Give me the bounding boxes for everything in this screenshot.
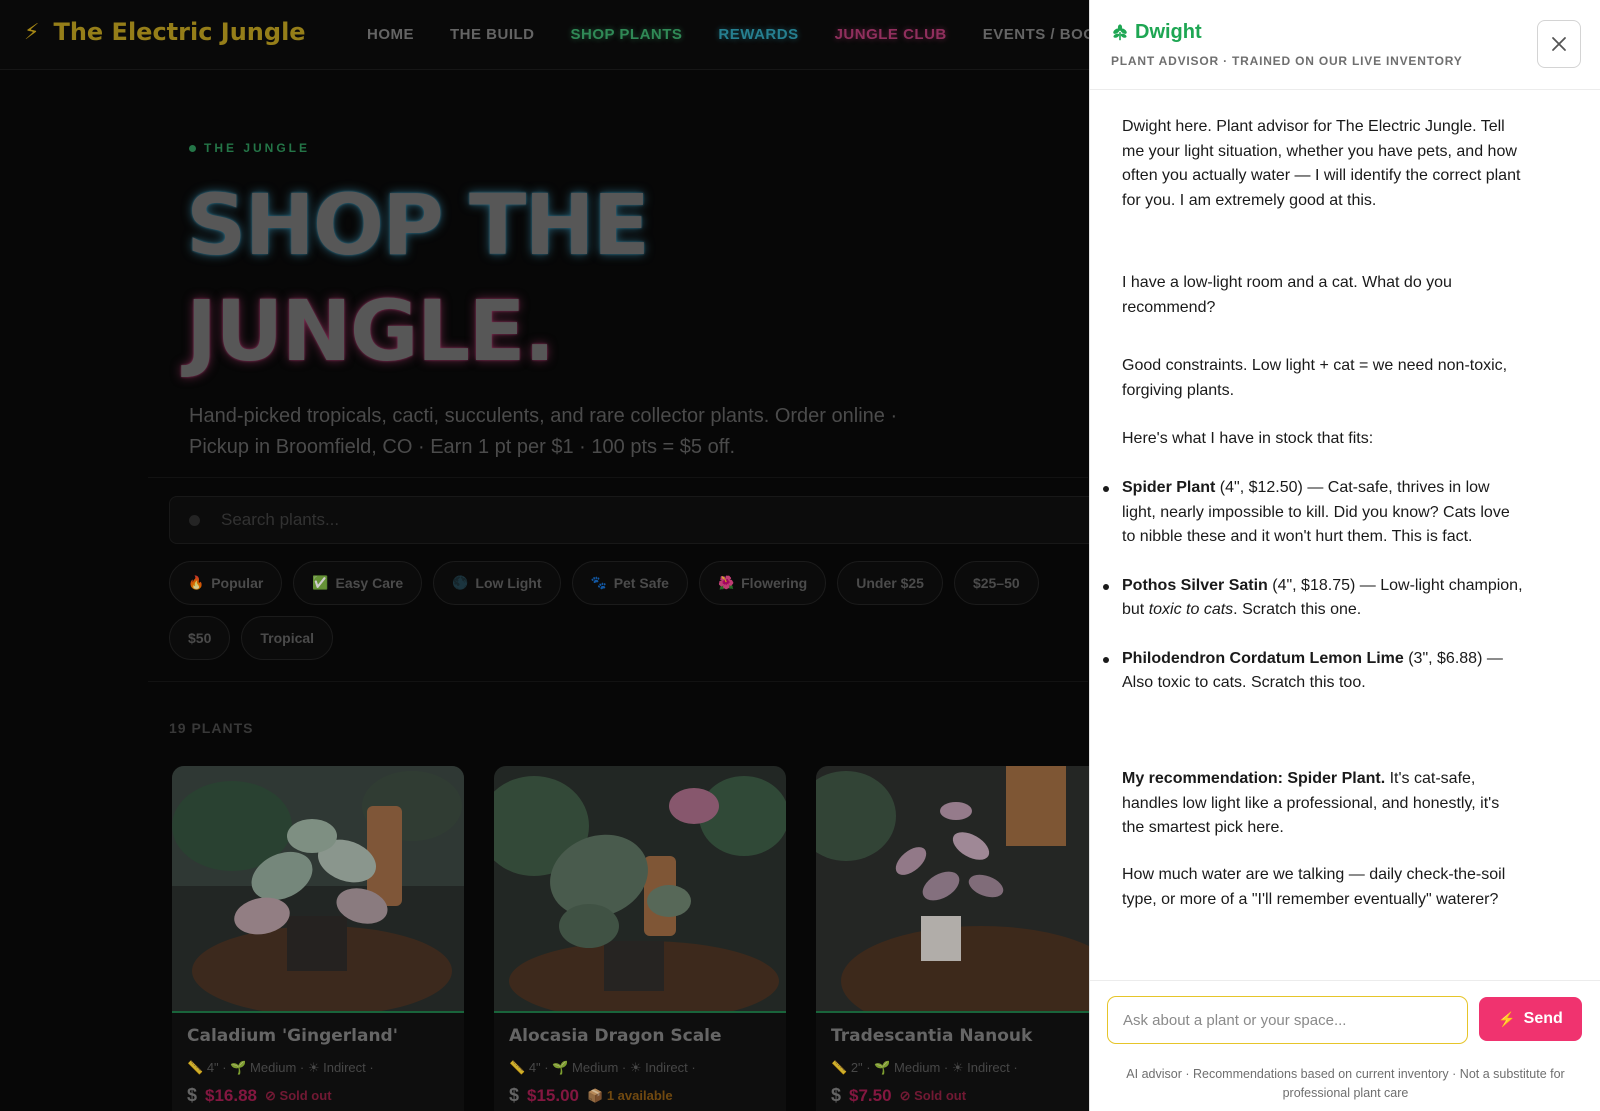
plant-advisor-panel: Dwight PLANT ADVISOR · TRAINED ON OUR LI… xyxy=(1089,0,1600,1111)
recommendation-list: Spider Plant (4", $12.50) — Cat-safe, th… xyxy=(1103,476,1524,696)
assistant-message: Good constraints. Low light + cat = we n… xyxy=(1122,357,1508,399)
plant-name: Pothos Silver Satin xyxy=(1122,576,1268,594)
user-message: I have a low-light room and a cat. What … xyxy=(1122,274,1452,316)
plant-name: Philodendron Cordatum Lemon Lime xyxy=(1122,649,1404,667)
send-button[interactable]: ⚡ Send xyxy=(1479,997,1582,1041)
panel-title-row: Dwight xyxy=(1111,21,1202,44)
chat-input[interactable] xyxy=(1107,996,1468,1044)
close-button[interactable] xyxy=(1537,20,1581,68)
lightning-bolt-icon: ⚡ xyxy=(1498,1010,1516,1027)
send-label: Send xyxy=(1523,1010,1563,1027)
ai-disclaimer: AI advisor · Recommendations based on cu… xyxy=(1126,1067,1565,1100)
plant-name: Spider Plant xyxy=(1122,479,1216,496)
plant-icon xyxy=(1113,23,1127,40)
list-item: Philodendron Cordatum Lemon Lime (3", $6… xyxy=(1103,647,1524,696)
modal-backdrop[interactable] xyxy=(0,0,1090,1111)
recommendation-headline: My recommendation: Spider Plant. xyxy=(1122,770,1386,787)
assistant-message: How much water are we talking — daily ch… xyxy=(1122,866,1506,908)
assistant-message: Here's what I have in stock that fits: xyxy=(1122,430,1374,447)
plant-detail: . Scratch this one. xyxy=(1233,601,1362,618)
close-icon xyxy=(1552,37,1566,51)
assistant-message: Dwight here. Plant advisor for The Elect… xyxy=(1122,118,1521,209)
chat-messages[interactable]: Dwight here. Plant advisor for The Elect… xyxy=(1090,91,1600,979)
assistant-message: My recommendation: Spider Plant. It's ca… xyxy=(1122,767,1524,841)
chat-composer: ⚡ Send AI advisor · Recommendations base… xyxy=(1090,980,1600,1111)
panel-title: Dwight xyxy=(1135,21,1202,43)
panel-header: Dwight PLANT ADVISOR · TRAINED ON OUR LI… xyxy=(1090,0,1600,90)
list-item: Pothos Silver Satin (4", $18.75) — Low-l… xyxy=(1103,574,1524,623)
panel-subtitle: PLANT ADVISOR · TRAINED ON OUR LIVE INVE… xyxy=(1111,54,1463,68)
plant-detail-emphasis: toxic to cats xyxy=(1148,601,1234,618)
list-item: Spider Plant (4", $12.50) — Cat-safe, th… xyxy=(1103,476,1524,550)
